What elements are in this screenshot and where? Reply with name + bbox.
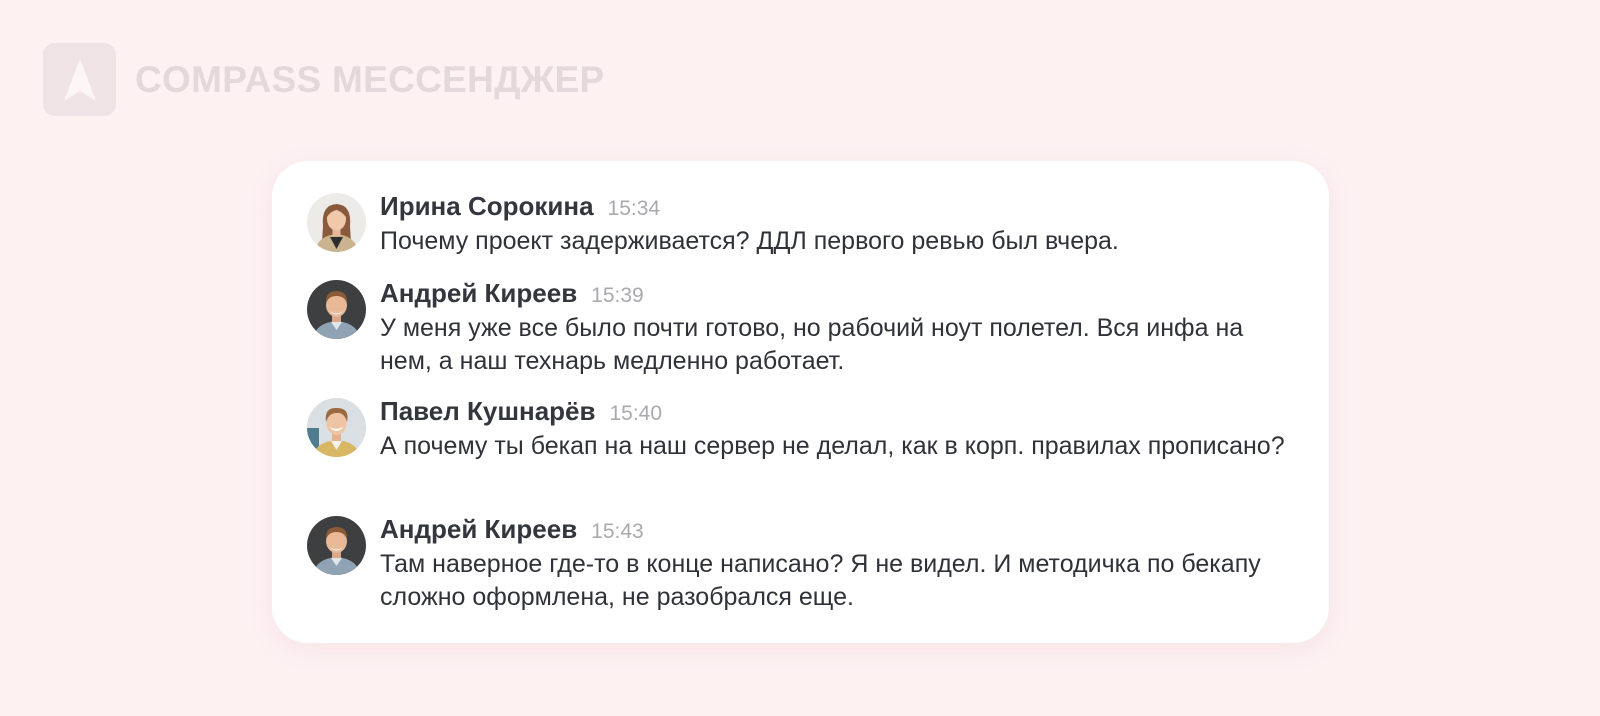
message-author[interactable]: Павел Кушнарёв: [380, 396, 595, 427]
message-item: Андрей Киреев 15:39 У меня уже все было …: [307, 278, 1289, 378]
message-time: 15:39: [591, 284, 644, 307]
chat-card: Ирина Сорокина 15:34 Почему проект задер…: [272, 161, 1329, 643]
message-text: А почему ты бекап на наш сервер не делал…: [380, 432, 1285, 460]
compass-logo-icon: [43, 43, 116, 116]
avatar[interactable]: [307, 398, 366, 457]
brand-title: COMPASS МЕССЕНДЖЕР: [135, 58, 605, 100]
message-text: У меня уже все было почти готово, но раб…: [380, 314, 1244, 375]
message-time: 15:34: [607, 197, 661, 220]
message-item: Андрей Киреев 15:43 Там наверное где-то …: [307, 514, 1289, 614]
message-item: Павел Кушнарёв 15:40 А почему ты бекап н…: [307, 396, 1289, 463]
message-time: 15:40: [609, 402, 663, 425]
message-author[interactable]: Ирина Сорокина: [380, 191, 594, 222]
avatar[interactable]: [307, 280, 366, 339]
brand-header: COMPASS МЕССЕНДЖЕР: [43, 43, 605, 116]
message-text: Почему проект задерживается? ДДЛ первого…: [380, 227, 1119, 255]
message-text: Там наверное где-то в конце написано? Я …: [380, 550, 1261, 611]
message-author[interactable]: Андрей Киреев: [380, 278, 577, 309]
message-time: 15:43: [591, 520, 644, 543]
avatar[interactable]: [307, 516, 366, 575]
message-author[interactable]: Андрей Киреев: [380, 514, 577, 545]
avatar[interactable]: [307, 193, 366, 252]
message-item: Ирина Сорокина 15:34 Почему проект задер…: [307, 191, 1289, 258]
